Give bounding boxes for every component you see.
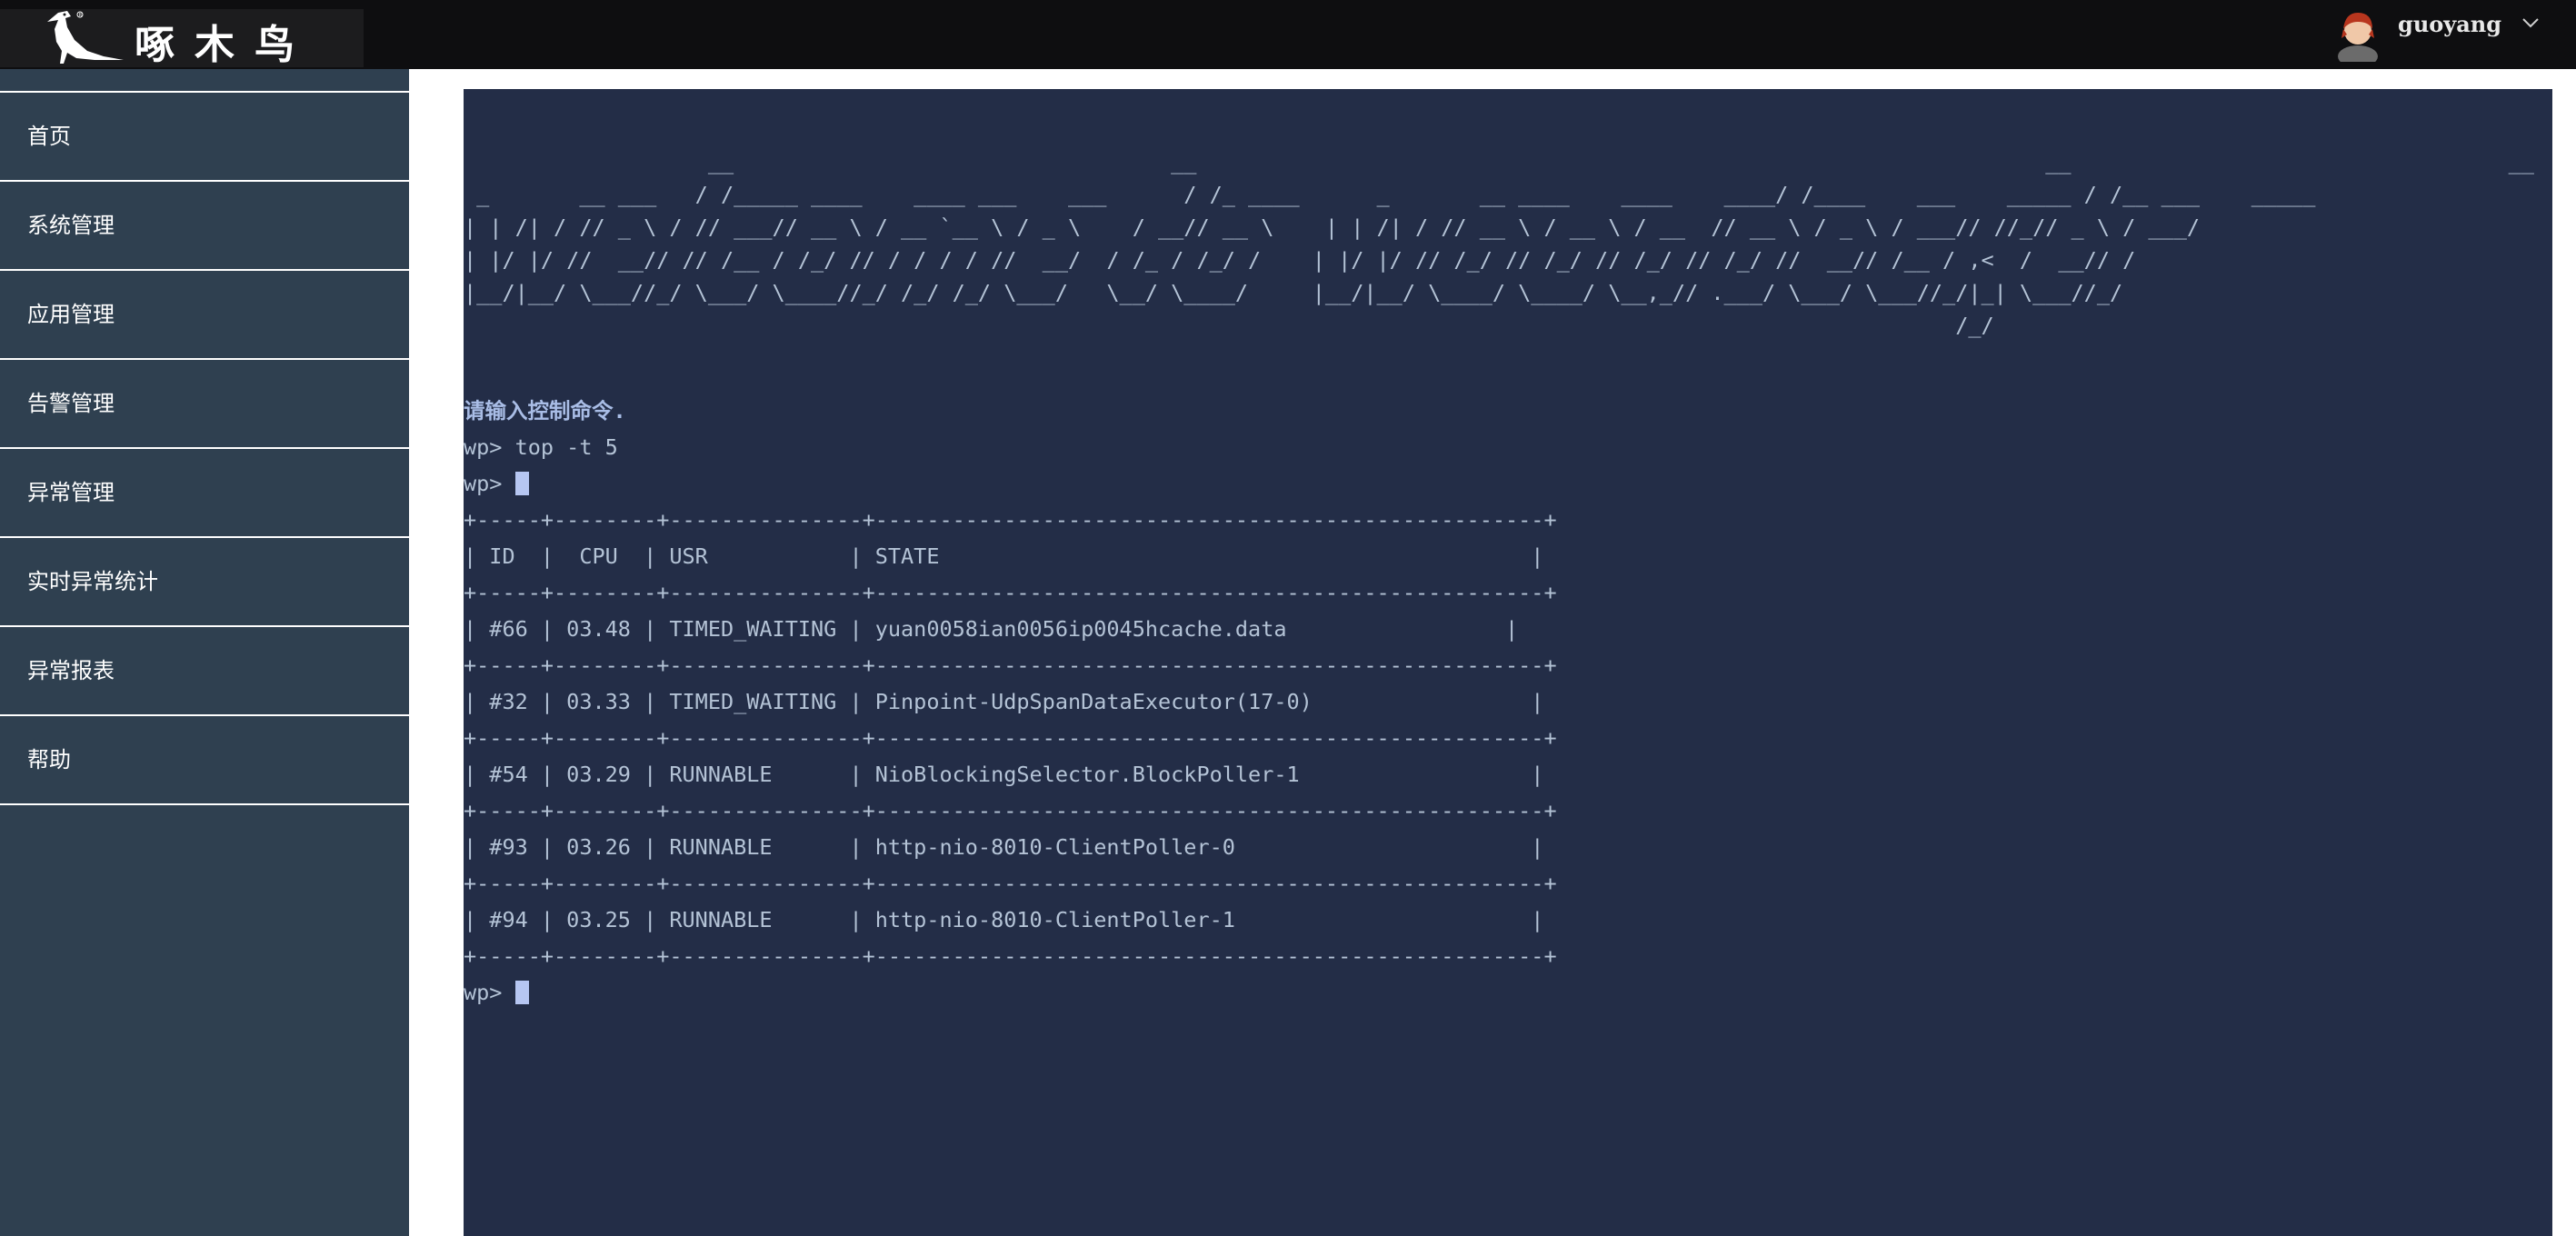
terminal-console[interactable]: __ __ __ __ _ __ ___ / /_____ ____ ____ … bbox=[464, 89, 2552, 1236]
command-line[interactable]: wp> bbox=[464, 974, 1557, 1011]
sidebar-item-app-management[interactable]: 应用管理 bbox=[0, 269, 409, 358]
table-row: | #54 | 03.29 | RUNNABLE | NioBlockingSe… bbox=[464, 762, 1544, 787]
command-hint: 请输入控制命令. bbox=[464, 398, 626, 424]
woodpecker-logo-icon: R bbox=[47, 11, 124, 64]
username[interactable]: guoyang bbox=[2398, 11, 2501, 37]
logo[interactable]: R 啄木鸟 bbox=[0, 9, 364, 68]
svg-text:R: R bbox=[79, 13, 83, 18]
table-header: | ID | CPU | USR | STATE | bbox=[464, 543, 1544, 569]
banner-line: __ __ __ __ bbox=[464, 149, 2534, 174]
sidebar-item-realtime-exception-stats[interactable]: 实时异常统计 bbox=[0, 536, 409, 625]
prompt: wp> bbox=[464, 471, 515, 496]
command-line: wp> bbox=[464, 465, 1557, 502]
table-row: | #94 | 03.25 | RUNNABLE | http-nio-8010… bbox=[464, 907, 1544, 932]
table-row: | #66 | 03.48 | TIMED_WAITING | yuan0058… bbox=[464, 616, 1519, 642]
sidebar-item-system-management[interactable]: 系统管理 bbox=[0, 180, 409, 269]
text-cursor-icon bbox=[514, 471, 529, 495]
top-bar: R 啄木鸟 guoyang bbox=[0, 0, 2576, 69]
table-border: +-----+--------+---------------+--------… bbox=[464, 798, 1557, 823]
user-menu[interactable]: guoyang bbox=[2332, 0, 2540, 69]
banner-line: /_/ bbox=[464, 313, 1994, 338]
banner-line: | |/ |/ // __// // /__ / /_/ // / / / / … bbox=[464, 247, 2136, 273]
banner-line: | | /| / // _ \ / // ___// __ \ / __ `__… bbox=[464, 214, 2201, 240]
sidebar-item-exception-report[interactable]: 异常报表 bbox=[0, 625, 409, 714]
main-content: __ __ __ __ _ __ ___ / /_____ ____ ____ … bbox=[409, 69, 2576, 1236]
command-text: top -t 5 bbox=[514, 434, 618, 460]
sidebar-item-exception-management[interactable]: 异常管理 bbox=[0, 447, 409, 536]
text-cursor-icon bbox=[514, 980, 529, 1004]
banner-line: _ __ ___ / /_____ ____ ____ ___ ___ / /_… bbox=[464, 182, 2316, 207]
command-line: wp> top -t 5 bbox=[464, 429, 1557, 465]
sidebar-item-alert-management[interactable]: 告警管理 bbox=[0, 358, 409, 447]
ascii-banner: __ __ __ __ _ __ ___ / /_____ ____ ____ … bbox=[464, 145, 2534, 342]
banner-line: |__/|__/ \___//_/ \___/ \____//_/ /_/ /_… bbox=[464, 280, 2123, 305]
sidebar: 首页 系统管理 应用管理 告警管理 异常管理 实时异常统计 异常报表 帮助 bbox=[0, 69, 409, 1236]
table-border: +-----+--------+---------------+--------… bbox=[464, 725, 1557, 751]
prompt: wp> bbox=[464, 980, 515, 1005]
table-border: +-----+--------+---------------+--------… bbox=[464, 580, 1557, 605]
table-border: +-----+--------+---------------+--------… bbox=[464, 507, 1557, 533]
console-output: 请输入控制命令. wp> top -t 5 wp> +-----+-------… bbox=[464, 393, 1557, 1011]
table-border: +-----+--------+---------------+--------… bbox=[464, 653, 1557, 678]
sidebar-item-home[interactable]: 首页 bbox=[0, 91, 409, 180]
logo-text: 啄木鸟 bbox=[135, 22, 315, 68]
table-border: +-----+--------+---------------+--------… bbox=[464, 871, 1557, 896]
chevron-down-icon[interactable] bbox=[2521, 16, 2540, 29]
table-row: | #93 | 03.26 | RUNNABLE | http-nio-8010… bbox=[464, 834, 1544, 860]
prompt: wp> bbox=[464, 434, 515, 460]
sidebar-item-help[interactable]: 帮助 bbox=[0, 714, 409, 805]
table-row: | #32 | 03.33 | TIMED_WAITING | Pinpoint… bbox=[464, 689, 1544, 714]
user-avatar-icon bbox=[2338, 13, 2379, 62]
table-border: +-----+--------+---------------+--------… bbox=[464, 943, 1557, 969]
